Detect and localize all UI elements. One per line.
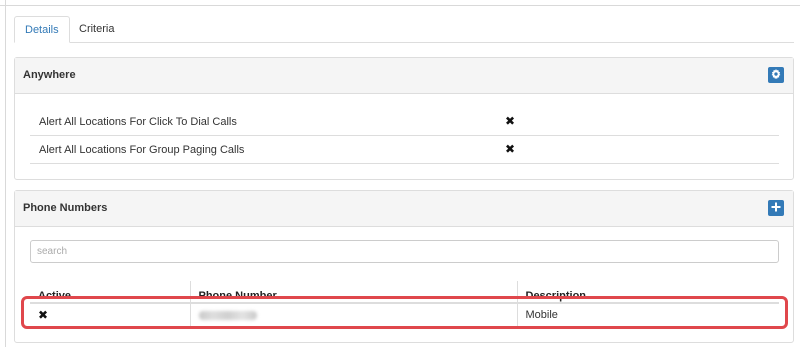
x-mark-icon[interactable]: ✖ — [38, 308, 48, 322]
gear-icon — [771, 68, 781, 82]
anywhere-settings-button[interactable] — [768, 67, 784, 83]
phone-number-cell — [189, 303, 517, 328]
window-top-border — [0, 0, 800, 6]
active-cell: ✖ — [30, 303, 190, 328]
search-input[interactable] — [30, 240, 779, 263]
anywhere-panel-title: Anywhere — [23, 69, 76, 81]
alert-row-label: Alert All Locations For Group Paging Cal… — [39, 144, 245, 156]
tab-bar: Details Criteria — [14, 16, 794, 43]
description-cell: Mobile — [516, 303, 779, 328]
tab-details[interactable]: Details — [14, 16, 70, 43]
alert-row-click-to-dial: Alert All Locations For Click To Dial Ca… — [30, 108, 779, 136]
plus-icon — [771, 202, 781, 215]
phone-numbers-panel: Phone Numbers Active Phone Number Descri… — [14, 190, 794, 343]
column-header-active[interactable]: Active — [30, 281, 190, 304]
phone-numbers-table: Active Phone Number Description ✖ Mobile — [30, 281, 779, 328]
x-mark-icon[interactable]: ✖ — [505, 114, 515, 128]
anywhere-panel: Anywhere Alert All Locations For Click T… — [14, 57, 794, 180]
tab-criteria[interactable]: Criteria — [69, 16, 124, 42]
alert-row-group-paging: Alert All Locations For Group Paging Cal… — [30, 136, 779, 164]
table-header-row: Active Phone Number Description — [30, 281, 779, 304]
phone-numbers-panel-title: Phone Numbers — [23, 202, 108, 214]
add-phone-number-button[interactable] — [768, 200, 784, 216]
x-mark-icon[interactable]: ✖ — [505, 142, 515, 156]
table-row[interactable]: ✖ Mobile — [30, 303, 779, 328]
column-header-description[interactable]: Description — [516, 281, 779, 304]
redacted-phone-number — [198, 310, 257, 320]
column-header-phone-number[interactable]: Phone Number — [189, 281, 517, 304]
anywhere-panel-heading: Anywhere — [15, 58, 793, 94]
window-left-border — [0, 0, 6, 347]
alert-row-label: Alert All Locations For Click To Dial Ca… — [39, 116, 237, 128]
phone-numbers-panel-heading: Phone Numbers — [15, 191, 793, 227]
